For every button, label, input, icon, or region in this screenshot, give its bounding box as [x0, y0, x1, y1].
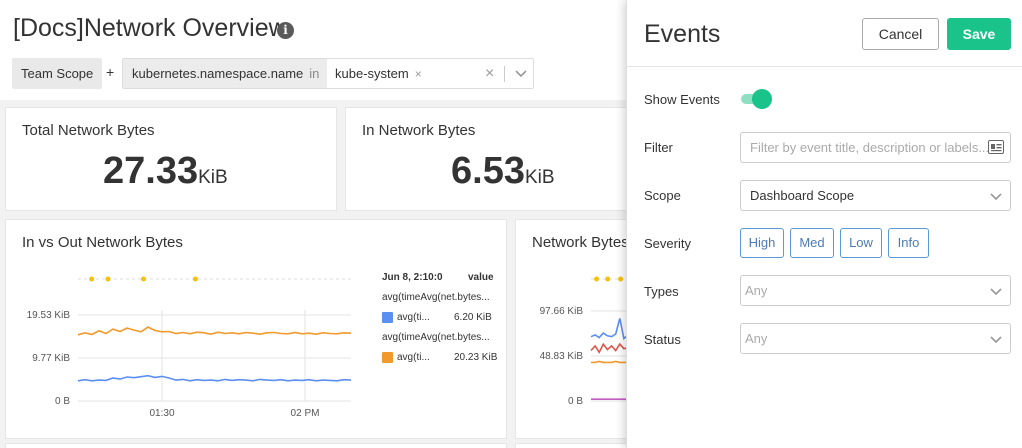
series-line [590, 318, 627, 341]
filter-key-label: kubernetes.namespace.name [132, 66, 304, 81]
panel-title: Network Bytes [532, 234, 629, 251]
types-select[interactable]: Any [740, 275, 1011, 306]
types-placeholder: Any [745, 283, 768, 298]
chevron-down-icon[interactable] [513, 65, 529, 81]
filter-placeholder: Filter by event title, description or la… [750, 140, 990, 155]
legend-series-name: avg(ti... [397, 352, 430, 363]
severity-low-button[interactable]: Low [840, 228, 882, 258]
events-title: Events [644, 20, 721, 48]
dashboard-title: [Docs]Network Overview [13, 14, 287, 42]
panel-title: Total Network Bytes [22, 122, 155, 139]
event-marker [594, 276, 600, 282]
cancel-button[interactable]: Cancel [862, 18, 939, 50]
status-select[interactable]: Any [740, 323, 1011, 354]
legend-swatch [382, 311, 393, 323]
in-network-value: 6.53KiB [451, 150, 555, 193]
legend-series-value: 20.23 KiB [454, 352, 498, 363]
event-marker [141, 276, 147, 282]
y-tick-label: 97.66 KiB [540, 306, 584, 317]
event-marker [605, 276, 611, 282]
chevron-down-icon [990, 336, 1002, 344]
in-vs-out-chart[interactable]: 0 B 9.77 KiB 19.53 KiB 01:30 02 PM [6, 264, 356, 448]
team-scope-chip[interactable]: Team Scope [12, 58, 103, 89]
scope-filter[interactable]: kubernetes.namespace.name in kube-system ×… [122, 58, 534, 89]
filter-key: kubernetes.namespace.name in [123, 59, 327, 88]
scope-value: Dashboard Scope [750, 188, 855, 203]
event-filter-input[interactable]: Filter by event title, description or la… [740, 132, 1011, 163]
x-tick-label: 01:30 [149, 408, 174, 419]
legend-query: avg(timeAvg(net.bytes... [382, 332, 490, 343]
filter-divider [504, 66, 505, 82]
in-vs-out-panel[interactable]: In vs Out Network Bytes 0 B 9.77 KiB 19.53… [5, 219, 507, 439]
legend-item[interactable]: avg(ti... 6.20 KiB [382, 308, 502, 328]
big-number-unit: KiB [198, 167, 228, 188]
series-line [590, 342, 627, 354]
severity-med-button[interactable]: Med [790, 228, 834, 258]
filter-value-chip: kube-system × [335, 59, 422, 89]
y-tick-label: 9.77 KiB [32, 353, 70, 364]
scope-label: Scope [644, 188, 681, 203]
chart-legend: Jun 8, 2:10:0 value avg(timeAvg(net.byte… [382, 268, 502, 368]
filter-label: Filter [644, 140, 673, 155]
toggle-knob [752, 89, 772, 109]
severity-info-button[interactable]: Info [888, 228, 929, 258]
legend-series-name: avg(ti... [397, 312, 430, 323]
y-tick-label: 19.53 KiB [27, 310, 71, 321]
legend-swatch [382, 351, 393, 363]
legend-value-header: value [468, 272, 494, 283]
severity-label: Severity [644, 236, 691, 251]
event-marker [618, 276, 624, 282]
chevron-down-icon [990, 193, 1002, 201]
filter-value: kube-system [335, 66, 409, 81]
status-placeholder: Any [745, 331, 768, 346]
panel-title: In vs Out Network Bytes [22, 234, 183, 251]
scope-select[interactable]: Dashboard Scope [740, 180, 1011, 211]
legend-time: Jun 8, 2:10:0 [382, 272, 443, 283]
show-events-toggle[interactable] [741, 89, 772, 109]
chevron-down-icon [990, 288, 1002, 296]
network-bytes-chart[interactable]: 0 B 48.83 KiB 97.66 KiB [516, 264, 627, 448]
series-line [77, 374, 352, 382]
total-network-bytes-panel[interactable]: Total Network Bytes 27.33KiB [5, 107, 337, 211]
total-network-value: 27.33KiB [103, 150, 228, 193]
series-line [77, 326, 352, 336]
severity-high-button[interactable]: High [740, 228, 784, 258]
big-number: 6.53 [451, 150, 525, 192]
lower-panel [5, 443, 507, 448]
events-panel: Events Cancel Save Show Events Filter Fi… [626, 0, 1022, 448]
big-number: 27.33 [103, 150, 199, 192]
legend-item[interactable]: avg(ti... 20.23 KiB [382, 348, 502, 368]
add-scope-plus[interactable]: + [106, 64, 114, 80]
event-marker [192, 276, 198, 282]
y-tick-label: 0 B [568, 396, 583, 407]
types-label: Types [644, 284, 679, 299]
in-network-bytes-panel[interactable]: In Network Bytes 6.53KiB [345, 107, 645, 211]
id-card-icon [988, 140, 1004, 154]
header-divider [627, 66, 1022, 67]
big-number-unit: KiB [524, 167, 555, 188]
panel-title: In Network Bytes [362, 122, 476, 139]
filter-operator: in [309, 66, 320, 81]
x-tick-label: 02 PM [291, 408, 320, 419]
series-line [591, 360, 627, 364]
event-marker [89, 276, 95, 282]
y-tick-label: 48.83 KiB [540, 351, 584, 362]
legend-series-value: 6.20 KiB [454, 312, 492, 323]
show-events-label: Show Events [644, 92, 720, 107]
info-icon[interactable]: i [277, 22, 294, 39]
save-button[interactable]: Save [947, 18, 1011, 50]
event-marker [105, 276, 111, 282]
legend-header: Jun 8, 2:10:0 value [382, 268, 502, 288]
legend-query: avg(timeAvg(net.bytes... [382, 292, 490, 303]
y-tick-label: 0 B [55, 396, 70, 407]
remove-value-icon[interactable]: × [415, 67, 422, 81]
clear-filter-icon[interactable]: × [485, 59, 494, 88]
status-label: Status [644, 332, 681, 347]
